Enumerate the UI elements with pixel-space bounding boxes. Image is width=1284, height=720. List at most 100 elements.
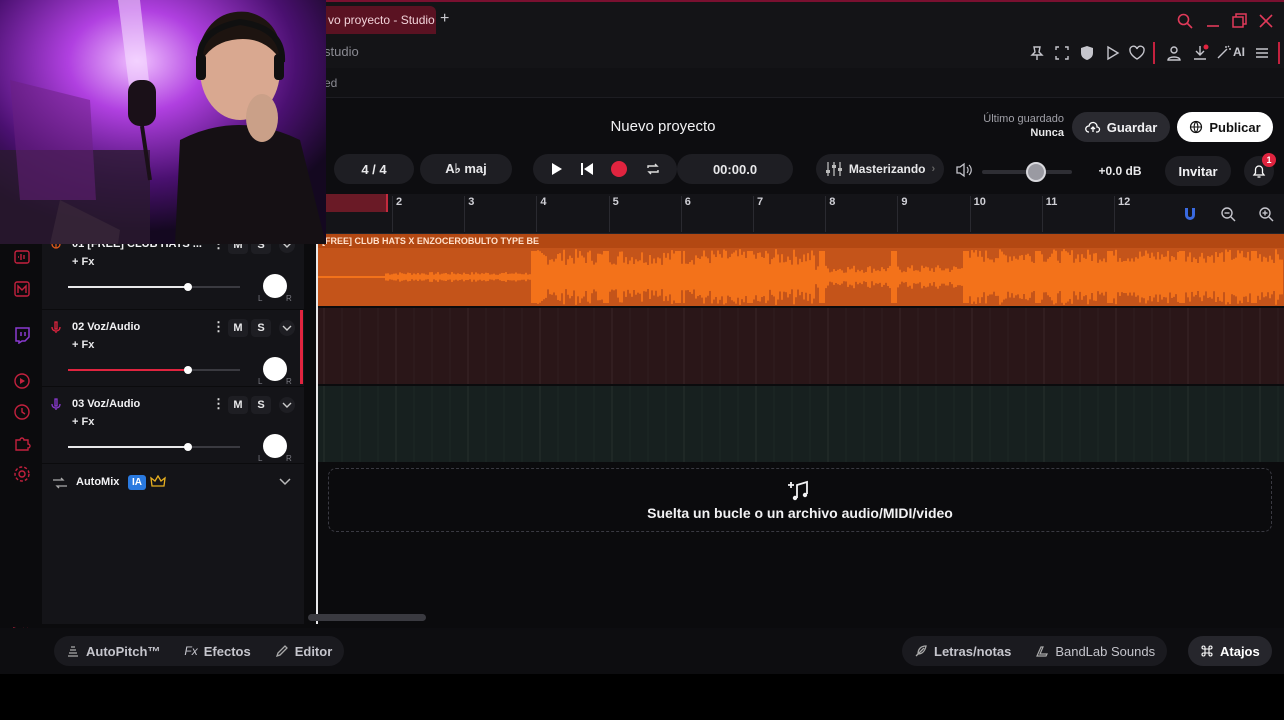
minimize-icon[interactable] <box>1204 12 1222 30</box>
play-icon[interactable] <box>1103 44 1121 62</box>
zoom-in-button[interactable] <box>1250 198 1282 230</box>
mastering-button[interactable]: Masterizando › <box>816 154 944 184</box>
close-icon[interactable] <box>1257 12 1275 30</box>
pin-icon[interactable] <box>1028 44 1046 62</box>
master-volume-handle[interactable] <box>1026 162 1046 182</box>
autopitch-button[interactable]: AutoPitch™ <box>54 644 172 659</box>
bandlab-logo-icon <box>1036 646 1049 657</box>
track-volume-slider[interactable] <box>68 369 240 371</box>
shortcuts-button[interactable]: Atajos <box>1188 636 1272 666</box>
skip-back-icon[interactable] <box>580 162 594 176</box>
effects-button[interactable]: Fx Efectos <box>172 644 262 659</box>
ruler-bar-number: 4 <box>540 196 547 208</box>
shield-icon[interactable] <box>1078 44 1096 62</box>
horizontal-scrollbar[interactable] <box>308 614 426 621</box>
zoom-out-button[interactable] <box>1212 198 1244 230</box>
midi-panel-icon[interactable] <box>13 280 31 298</box>
track-volume-handle[interactable] <box>184 366 192 374</box>
heart-icon[interactable] <box>1128 44 1146 62</box>
track-name[interactable]: 03 Voz/Audio <box>72 398 204 410</box>
effects-label: Efectos <box>203 643 251 659</box>
pan-knob[interactable] <box>263 274 287 298</box>
automix-icon <box>53 477 67 489</box>
puzzle-icon[interactable] <box>13 434 31 452</box>
browser-tab[interactable]: vo proyecto - Studio <box>320 6 436 34</box>
ai-button[interactable]: AI <box>1216 44 1245 60</box>
playhead[interactable] <box>316 234 318 624</box>
play-circle-icon[interactable] <box>13 372 31 390</box>
track-volume-slider[interactable] <box>68 286 240 288</box>
mic-icon <box>51 398 61 410</box>
ruler-tick <box>825 196 827 232</box>
add-fx-button[interactable]: + Fx <box>72 256 94 268</box>
ruler-tick <box>680 196 682 232</box>
playback-controls <box>533 154 677 184</box>
profile-icon[interactable] <box>1165 44 1183 62</box>
loop-region[interactable] <box>324 194 388 212</box>
loop-icon[interactable] <box>645 162 661 176</box>
notification-badge: 1 <box>1262 153 1276 167</box>
speaker-icon[interactable] <box>955 162 973 178</box>
add-fx-button[interactable]: + Fx <box>72 339 94 351</box>
key-selector[interactable]: A♭ maj <box>420 154 512 184</box>
play-icon[interactable] <box>549 162 563 176</box>
letterbox-bar <box>0 674 1284 720</box>
bandlab-sounds-button[interactable]: BandLab Sounds <box>1023 644 1167 659</box>
restore-icon[interactable] <box>1230 12 1248 30</box>
publish-button[interactable]: Publicar <box>1177 112 1273 142</box>
save-label: Guardar <box>1106 119 1158 135</box>
snap-button[interactable] <box>1174 198 1206 230</box>
track-name[interactable]: 02 Voz/Audio <box>72 321 204 333</box>
track-header[interactable]: 03 Voz/Audio ⋮ M S + Fx L R <box>42 388 304 464</box>
new-tab-button[interactable]: + <box>440 10 456 28</box>
lyrics-button[interactable]: Letras/notas <box>902 644 1023 659</box>
automix-row[interactable]: AutoMix IA <box>42 466 304 500</box>
settings-icon[interactable] <box>13 465 31 483</box>
chevron-down-icon[interactable] <box>278 396 296 414</box>
track-volume-handle[interactable] <box>184 283 192 291</box>
bookmark-item[interactable]: ed <box>324 76 337 90</box>
add-fx-button[interactable]: + Fx <box>72 416 94 428</box>
bottom-tools-right: Letras/notas BandLab Sounds <box>902 636 1168 666</box>
mute-button[interactable]: M <box>228 396 248 414</box>
magnet-icon <box>1185 208 1195 220</box>
download-icon[interactable] <box>1191 44 1209 62</box>
search-icon[interactable] <box>1176 12 1194 30</box>
record-icon[interactable] <box>610 160 628 178</box>
shortcuts-label: Atajos <box>1220 643 1260 659</box>
lane-grid <box>323 308 1261 384</box>
chevron-right-icon: › <box>931 163 936 175</box>
chevron-down-icon[interactable] <box>278 477 292 487</box>
track-header[interactable]: 01 [FREE] CLUB HATS ...⋮MS+ FxLR <box>42 234 304 310</box>
timecode-display: 00:00.0 <box>677 154 793 184</box>
time-signature[interactable]: 4 / 4 <box>334 154 414 184</box>
pan-knob[interactable] <box>263 434 287 458</box>
chevron-down-icon[interactable] <box>278 319 296 337</box>
track-header[interactable]: 02 Voz/Audio ⋮ M S + Fx L R <box>42 311 304 387</box>
invite-button[interactable]: Invitar <box>1165 156 1231 186</box>
twitch-icon[interactable] <box>13 326 31 344</box>
waveform-panel-icon[interactable] <box>13 248 31 266</box>
screenshot-icon[interactable] <box>1053 44 1071 62</box>
pan-left-label: L <box>258 454 263 463</box>
editor-button[interactable]: Editor <box>263 644 345 659</box>
track-volume-handle[interactable] <box>184 443 192 451</box>
pan-knob[interactable] <box>263 357 287 381</box>
mute-button[interactable]: M <box>228 319 248 337</box>
solo-button[interactable]: S <box>251 396 271 414</box>
selected-track-indicator <box>300 310 303 384</box>
save-button[interactable]: Guardar <box>1072 112 1170 142</box>
track-volume-slider[interactable] <box>68 446 240 448</box>
menu-icon[interactable] <box>1253 44 1271 62</box>
webcam-overlay <box>0 0 326 244</box>
project-title[interactable]: Nuevo proyecto <box>560 118 766 135</box>
track-options-icon[interactable]: ⋮ <box>212 396 225 412</box>
track-options-icon[interactable]: ⋮ <box>212 319 225 335</box>
timeline-ruler[interactable] <box>316 194 1284 234</box>
address-text: studio <box>324 44 359 59</box>
bandlab-sounds-label: BandLab Sounds <box>1055 643 1156 659</box>
history-icon[interactable] <box>13 403 31 421</box>
audio-clip-title: [FREE] CLUB HATS X ENZOCEROBULTO TYPE BE <box>322 236 540 246</box>
ruler-tick <box>753 196 754 232</box>
solo-button[interactable]: S <box>251 319 271 337</box>
